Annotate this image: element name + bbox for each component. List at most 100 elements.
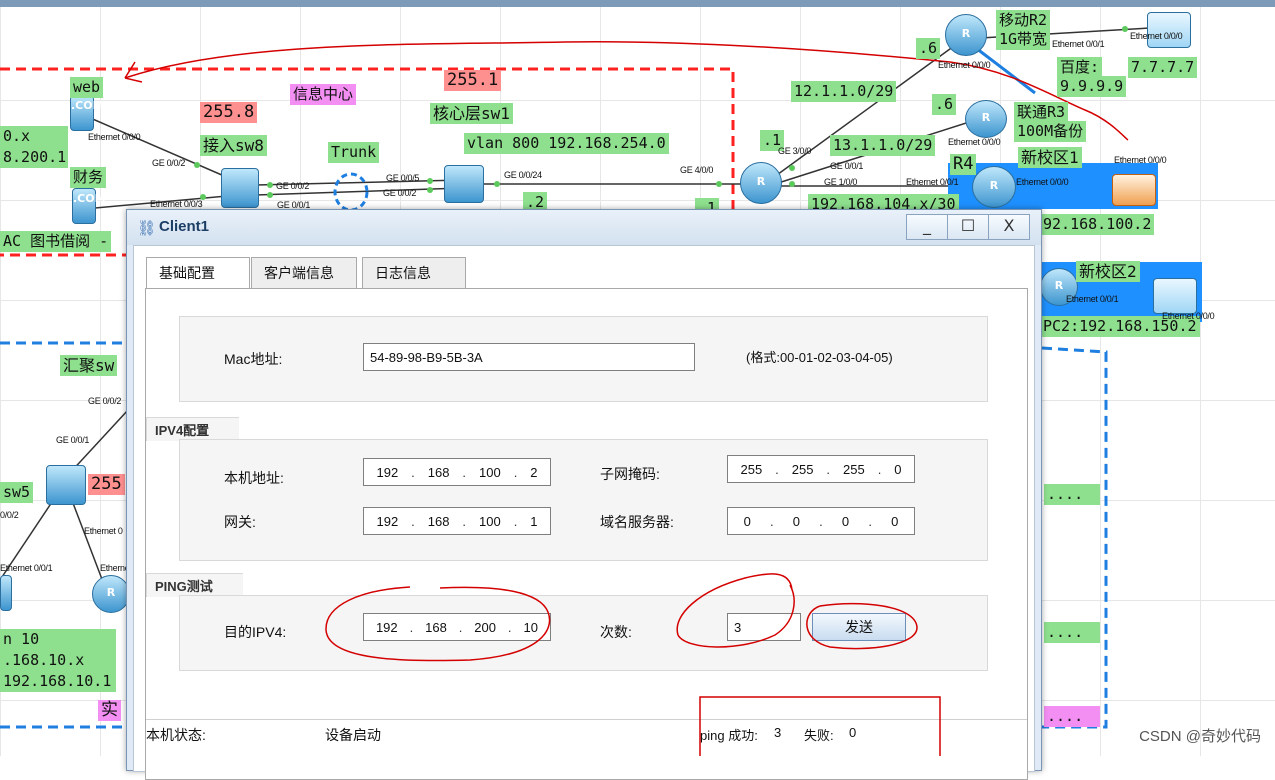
router-r2[interactable]: R: [945, 14, 987, 56]
ipv4-section: 本机地址: 192. 168. 100. 2 子网掩码: 255. 255. 2…: [179, 439, 988, 561]
client1-dialog[interactable]: ⛓ Client1 _ ☐ X 基础配置 客户端信息 日志信息 Mac地址: 5…: [126, 209, 1042, 780]
mac-label: Mac地址:: [224, 351, 283, 367]
label-campus2: 新校区2: [1076, 261, 1140, 282]
subnet-mask-label: 子网掩码:: [600, 466, 660, 482]
label-dots-1: ....: [1044, 484, 1100, 505]
port-label: Ethernet 0/0/1: [1052, 39, 1105, 49]
label-vlan800: vlan 800 192.168.254.0: [464, 133, 669, 154]
tab-client-info[interactable]: 客户端信息: [251, 257, 357, 288]
label-net-10x: .168.10.x: [0, 650, 116, 671]
ip-octet: 2: [530, 465, 538, 480]
label-finance: 财务: [70, 167, 107, 188]
ip-octet: 192: [375, 620, 398, 635]
label-ip-left-1: 0.x: [0, 126, 68, 147]
zone-right: [1041, 346, 1108, 729]
ping-count-label: 次数:: [600, 624, 632, 640]
port-label: GE 0/0/5: [386, 173, 420, 183]
ping-success-label: ping 成功:: [700, 728, 758, 743]
label-ip-100-2: 92.168.100.2: [1040, 214, 1155, 235]
router-left-bottom[interactable]: R: [92, 575, 130, 613]
dns-label: 域名服务器:: [600, 514, 674, 530]
gateway-input[interactable]: 192. 168. 100. 1: [363, 507, 551, 535]
ip-octet: 255: [843, 462, 865, 477]
pc2-device[interactable]: [1153, 278, 1197, 314]
port-label: Ethernet 0/0/1: [0, 563, 53, 573]
label-mask-255-8: 255.8: [200, 102, 258, 123]
label-trunk: Trunk: [328, 142, 380, 163]
label-ip-left-2: 8.200.1: [0, 147, 68, 168]
close-button[interactable]: X: [988, 214, 1030, 240]
port-label: GE 1/0/0: [824, 177, 858, 187]
aggregation-switch-device[interactable]: [46, 465, 86, 505]
ping-count-input[interactable]: 3: [727, 613, 801, 641]
access-switch-sw8[interactable]: [221, 168, 259, 208]
ping-fail-count: 0: [849, 725, 857, 740]
port-label: Ethernet 0/0/0: [1162, 311, 1215, 321]
port-label: 0/0/2: [0, 510, 19, 520]
label-net-12: 12.1.1.0/29: [791, 81, 897, 102]
label-mask-255-1: 255.1: [444, 70, 502, 91]
local-ip-input[interactable]: 192. 168. 100. 2: [363, 458, 551, 486]
port-label: Ethernet 0/0/0: [1114, 155, 1167, 165]
ip-octet: 10: [523, 620, 538, 635]
port-label: GE 0/0/2: [152, 158, 186, 168]
ip-octet: 0: [841, 514, 850, 529]
label-library: AC 图书借阅 -: [0, 231, 112, 252]
router-core[interactable]: R: [740, 162, 782, 204]
label-gw-10-1: 192.168.10.1: [0, 671, 116, 692]
ip-octet: 200: [474, 620, 496, 635]
ip-octet: 0: [743, 514, 751, 529]
ip-octet: 255: [791, 462, 814, 477]
port-label: Ethernet 0/0/1: [906, 177, 959, 187]
ip-octet: 168: [425, 620, 447, 635]
ip-octet: 255: [740, 462, 763, 477]
label-baidu: 百度:: [1057, 57, 1103, 78]
csdn-watermark: CSDN @奇妙代码: [1139, 728, 1261, 745]
send-button[interactable]: 发送: [812, 613, 906, 641]
finance-server-device[interactable]: .COM: [72, 188, 106, 224]
port-label: GE 4/0/0: [680, 165, 714, 175]
left-edge-device[interactable]: [0, 575, 12, 611]
dialog-titlebar[interactable]: ⛓ Client1 _ ☐ X: [127, 210, 1041, 245]
router-r4[interactable]: R: [972, 166, 1016, 208]
port-label: Ethernet 0/0/1: [1066, 294, 1119, 304]
pc1-device[interactable]: [1112, 174, 1156, 206]
status-label: 本机状态:: [146, 727, 206, 743]
ip-octet: 0: [891, 514, 899, 529]
port-label: Ethernet 0/0/0: [1016, 177, 1069, 187]
dialog-body: 基础配置 客户端信息 日志信息 Mac地址: 54-89-98-B9-5B-3A…: [133, 245, 1035, 780]
port-label: GE 3/0/0: [778, 146, 812, 156]
ip-octet: 0: [792, 514, 800, 529]
port-label: Ethernet 0/0/3: [150, 199, 203, 209]
ip-octet: 1: [530, 514, 538, 529]
mac-input[interactable]: 54-89-98-B9-5B-3A: [363, 343, 695, 371]
tab-log-info[interactable]: 日志信息: [362, 257, 466, 288]
label-access-sw8: 接入sw8: [200, 135, 267, 156]
core-switch-sw1[interactable]: [444, 165, 484, 203]
dns-input[interactable]: 0. 0. 0. 0: [727, 507, 915, 535]
label-mask-255-left: 255: [88, 474, 125, 495]
label-ip-7777: 7.7.7.7: [1128, 57, 1198, 78]
label-shi: 实: [98, 700, 121, 721]
label-unicom-r3: 联通R3: [1014, 102, 1069, 123]
local-ip-label: 本机地址:: [224, 470, 284, 486]
label-sw5: sw5: [0, 482, 34, 503]
mac-section: Mac地址: 54-89-98-B9-5B-3A (格式:00-01-02-03…: [179, 316, 988, 402]
label-backup-100m: 100M备份: [1014, 121, 1087, 142]
ipv4-section-title: IPV4配置: [146, 417, 240, 441]
port-label: Ethernet 0/0/0: [88, 132, 141, 142]
maximize-button[interactable]: ☐: [947, 214, 989, 240]
tab-basic-config[interactable]: 基础配置: [146, 257, 250, 289]
dest-ip-input[interactable]: 192. 168. 200. 10: [363, 613, 551, 641]
label-ip-9999: 9.9.9.9: [1057, 76, 1127, 97]
ip-octet: 100: [479, 465, 501, 480]
router-r3[interactable]: R: [965, 100, 1007, 138]
internet-server-device[interactable]: [1147, 12, 1191, 48]
port-label: Ethernet 0/0/0: [1130, 31, 1183, 41]
label-dots-2: ....: [1044, 622, 1100, 643]
subnet-mask-input[interactable]: 255. 255. 255. 0: [727, 455, 915, 483]
web-server-device[interactable]: .COM: [70, 95, 104, 131]
minimize-button[interactable]: _: [906, 214, 948, 240]
ip-octet: 168: [427, 465, 450, 480]
label-bw-1g: 1G带宽: [996, 29, 1051, 50]
